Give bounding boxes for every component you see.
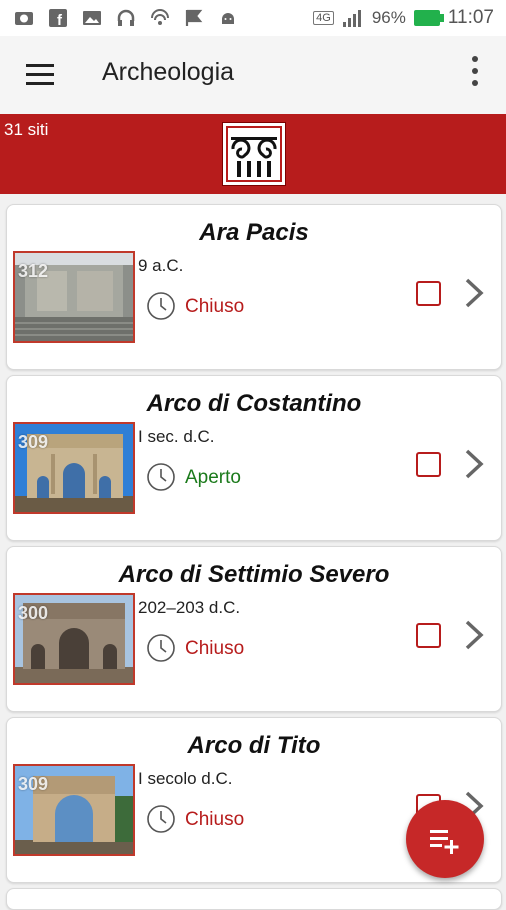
site-thumbnail[interactable]: 300 <box>13 593 135 685</box>
opening-status: Chiuso <box>185 638 245 659</box>
hotspot-notification-icon <box>151 9 169 25</box>
site-title: Arco di Settimio Severo <box>118 561 390 588</box>
clock-icon <box>147 463 175 491</box>
opening-status: Chiuso <box>185 296 245 317</box>
chevron-right-icon[interactable] <box>463 277 485 309</box>
chevron-right-icon[interactable] <box>463 619 485 651</box>
site-thumbnail[interactable]: 312 <box>13 251 135 343</box>
network-type-label: 4G <box>313 11 334 25</box>
battery-charging-icon <box>413 10 444 26</box>
signal-icon <box>342 10 361 27</box>
clock-icon <box>147 805 175 833</box>
site-title: Ara Pacis <box>199 219 309 246</box>
headphones-notification-icon <box>117 9 135 26</box>
site-title: Arco di Tito <box>187 732 321 759</box>
site-title: Arco di Costantino <box>146 390 362 417</box>
select-checkbox[interactable] <box>416 452 441 477</box>
site-date: 9 a.C. <box>138 256 184 275</box>
select-checkbox[interactable] <box>416 281 441 306</box>
clock-icon <box>147 634 175 662</box>
ionic-capital-logo-icon <box>222 122 286 186</box>
thumbnail-number: 312 <box>18 261 49 281</box>
select-checkbox[interactable] <box>416 623 441 648</box>
page-title: Archeologia <box>102 58 235 86</box>
site-date: I secolo d.C. <box>138 769 233 788</box>
facebook-notification-icon: f <box>49 9 67 28</box>
site-date: I sec. d.C. <box>138 427 215 446</box>
thumbnail-number: 309 <box>18 774 49 794</box>
clock-icon <box>147 292 175 320</box>
site-thumbnail[interactable]: 309 <box>13 422 135 514</box>
camera-notification-icon <box>15 12 33 25</box>
status-bar: f 4G 96% 11:07 <box>0 0 506 36</box>
app-bar: Archeologia <box>0 36 506 115</box>
android-notification-icon <box>222 13 234 24</box>
site-card-ara-pacis[interactable]: Ara Pacis 312 9 a.C. Chiuso <box>6 204 502 370</box>
playlist-add-icon <box>430 830 459 854</box>
site-card-arco-di-costantino[interactable]: Arco di Costantino 309 I sec. d.C. Apert… <box>6 375 502 541</box>
chevron-right-icon[interactable] <box>463 448 485 480</box>
hamburger-menu-icon[interactable] <box>26 64 54 86</box>
site-card-arco-di-settimio-severo[interactable]: Arco di Settimio Severo 300 202–203 d.C.… <box>6 546 502 712</box>
site-count-label: 31 siti <box>4 120 49 139</box>
thumbnail-number: 300 <box>18 603 49 623</box>
site-date: 202–203 d.C. <box>138 598 241 617</box>
thumbnail-number: 309 <box>18 432 49 452</box>
flag-notification-icon <box>185 9 203 26</box>
header-banner: 31 siti <box>0 114 506 194</box>
opening-status: Aperto <box>185 467 241 488</box>
more-options-icon[interactable] <box>470 56 480 92</box>
site-thumbnail[interactable]: 309 <box>13 764 135 856</box>
opening-status: Chiuso <box>185 809 245 830</box>
battery-percentage: 96% <box>371 8 406 27</box>
add-to-playlist-button[interactable] <box>406 800 484 878</box>
clock-time: 11:07 <box>447 7 494 28</box>
site-card-partial[interactable] <box>6 888 502 910</box>
gallery-notification-icon <box>83 11 101 25</box>
